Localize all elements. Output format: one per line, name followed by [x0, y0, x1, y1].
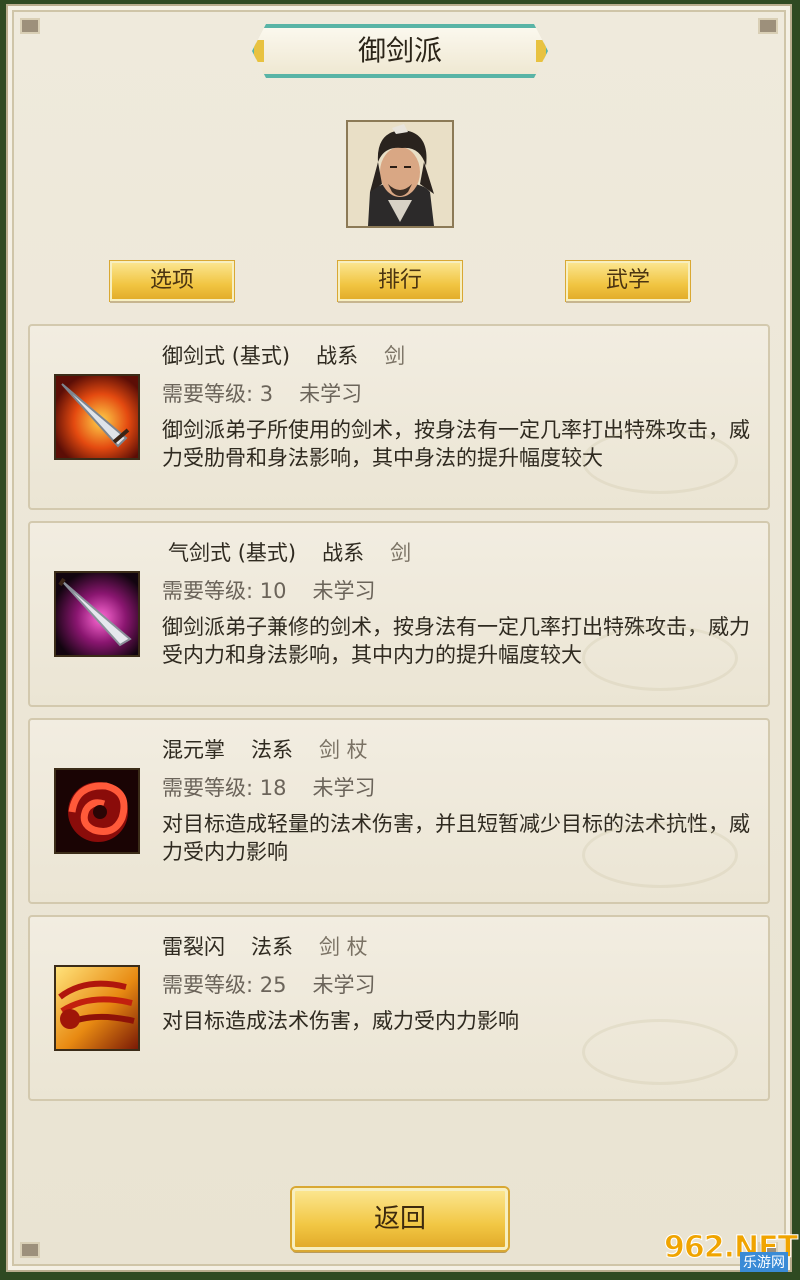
skill-level-requirement: 需要等级: 3	[162, 382, 274, 406]
tab-options-button[interactable]: 选项	[110, 261, 234, 301]
skill-weapons: 剑	[390, 541, 412, 565]
skill-level-requirement: 需要等级: 10	[162, 579, 287, 603]
skill-status: 未学习	[312, 776, 376, 800]
corner-ornament	[20, 1242, 40, 1258]
skill-weapons: 剑 杖	[319, 738, 368, 762]
skill-school: 法系	[251, 738, 293, 762]
tab-ranking-button[interactable]: 排行	[338, 261, 462, 301]
skill-name: 御剑式	[162, 344, 225, 368]
red-vortex-icon	[54, 768, 140, 854]
skill-card[interactable]: 混元掌 法系 剑 杖 需要等级: 18 未学习 对目标造成轻量的法术伤害，并且短暂减少…	[28, 718, 770, 904]
skill-weapons: 剑 杖	[319, 935, 368, 959]
skill-school: 战系	[316, 344, 359, 368]
site-watermark: 962.NET 乐游网	[663, 1230, 799, 1272]
skill-description: 御剑派弟子所使用的剑术，按身法有一定几率打出特殊攻击，威力受肋骨和身法影响，其中…	[162, 418, 750, 470]
skill-school: 战系	[322, 541, 365, 565]
skill-card[interactable]: 御剑式 (基式) 战系 剑 需要等级: 3 未学习 御剑派弟子所使用的剑术，按身法有一…	[28, 324, 770, 510]
page-title: 御剑派	[357, 34, 442, 67]
skill-description: 对目标造成法术伤害，威力受内力影响	[162, 1009, 519, 1033]
skill-status: 未学习	[299, 382, 363, 406]
skill-card[interactable]: 雷裂闪 法系 剑 杖 需要等级: 25 未学习 对目标造成法术伤害，威力受内力影响	[28, 915, 770, 1101]
skill-school: 法系	[251, 935, 293, 959]
thunder-flash-icon	[54, 965, 140, 1051]
tab-martial-arts-button[interactable]: 武学	[566, 261, 690, 301]
corner-ornament	[758, 18, 778, 34]
qi-sword-icon	[54, 571, 140, 657]
character-portrait	[346, 120, 454, 228]
skill-kind: (基式)	[231, 344, 291, 368]
corner-ornament	[20, 18, 40, 34]
skill-name: 气剑式	[168, 541, 231, 565]
skill-card[interactable]: 气剑式 (基式) 战系 剑 需要等级: 10 未学习 御剑派弟子兼修的剑术，按身法有一…	[28, 521, 770, 707]
skill-name: 混元掌	[162, 738, 225, 762]
skill-name: 雷裂闪	[162, 935, 225, 959]
skill-level-requirement: 需要等级: 25	[162, 973, 287, 997]
watermark-subtext: 乐游网	[740, 1252, 788, 1272]
skill-status: 未学习	[312, 973, 376, 997]
sword-slash-icon	[54, 374, 140, 460]
skill-description: 御剑派弟子兼修的剑术，按身法有一定几率打出特殊攻击，威力受内力和身法影响，其中内…	[162, 615, 750, 667]
back-button[interactable]: 返回	[292, 1188, 508, 1250]
skill-weapons: 剑	[384, 344, 406, 368]
swordsman-portrait-icon	[348, 122, 452, 226]
skill-kind: (基式)	[237, 541, 297, 565]
skill-status: 未学习	[312, 579, 376, 603]
skill-description: 对目标造成轻量的法术伤害，并且短暂减少目标的法术抗性，威力受内力影响	[162, 812, 750, 864]
skill-level-requirement: 需要等级: 18	[162, 776, 287, 800]
